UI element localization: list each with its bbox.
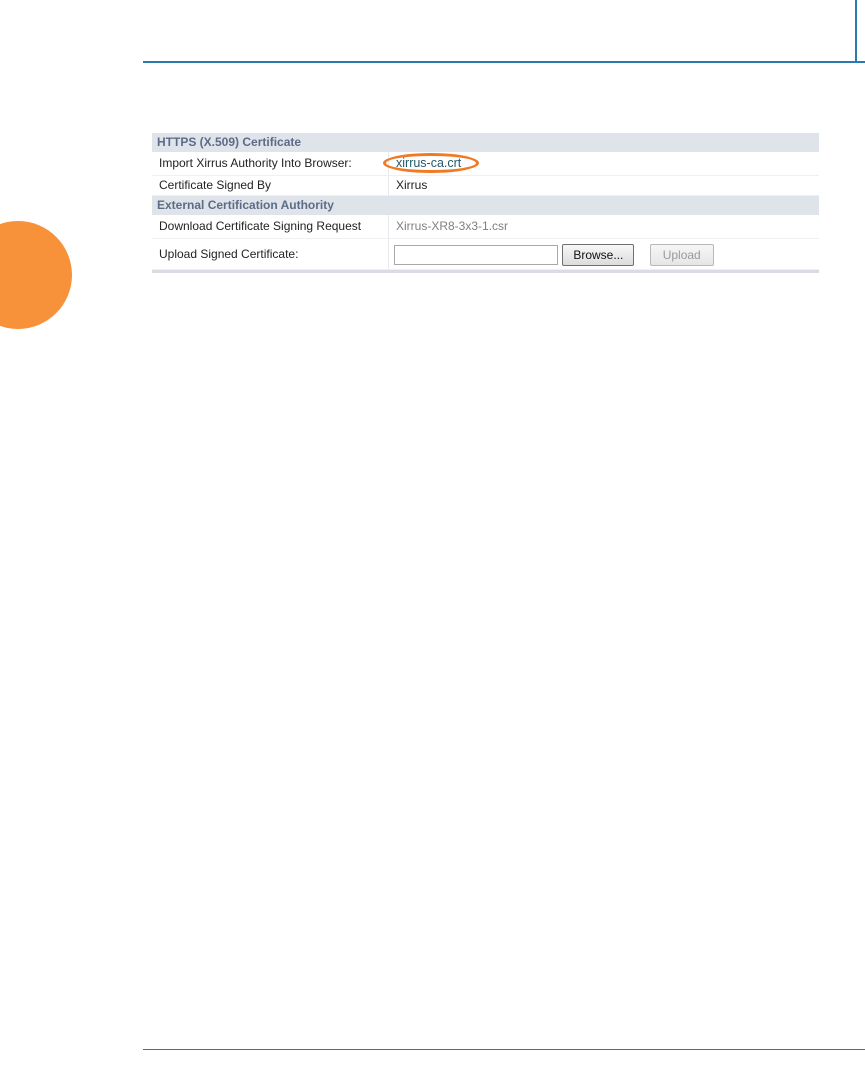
footer-rule xyxy=(143,1049,865,1050)
import-authority-label: Import Xirrus Authority Into Browser: xyxy=(152,152,389,175)
upload-certificate-label: Upload Signed Certificate: xyxy=(152,239,389,269)
download-csr-label: Download Certificate Signing Request xyxy=(152,215,389,238)
https-certificate-header: HTTPS (X.509) Certificate xyxy=(152,133,819,152)
upload-button[interactable]: Upload xyxy=(649,243,714,266)
certificate-file-input[interactable] xyxy=(394,244,558,265)
header-rule xyxy=(143,61,865,63)
browse-button[interactable]: Browse... xyxy=(562,243,635,266)
page-edge-line xyxy=(855,0,857,62)
chapter-tab-marker xyxy=(0,221,72,329)
upload-controls: Browse... Upload xyxy=(389,239,819,269)
certificate-signed-by-row: Certificate Signed By Xirrus xyxy=(152,176,819,196)
upload-signed-certificate-row: Upload Signed Certificate: Browse... Upl… xyxy=(152,239,819,270)
import-authority-value: xirrus-ca.crt xyxy=(383,152,819,175)
certificate-panel: HTTPS (X.509) Certificate Import Xirrus … xyxy=(152,133,819,273)
import-authority-row: Import Xirrus Authority Into Browser: xi… xyxy=(152,152,819,176)
external-ca-header: External Certification Authority xyxy=(152,196,819,215)
ca-certificate-link[interactable]: xirrus-ca.crt xyxy=(396,156,461,170)
signed-by-label: Certificate Signed By xyxy=(152,176,389,195)
csr-filename: Xirrus-XR8-3x3-1.csr xyxy=(396,219,509,233)
download-csr-row: Download Certificate Signing Request Xir… xyxy=(152,215,819,239)
signed-by-value: Xirrus xyxy=(396,178,428,192)
